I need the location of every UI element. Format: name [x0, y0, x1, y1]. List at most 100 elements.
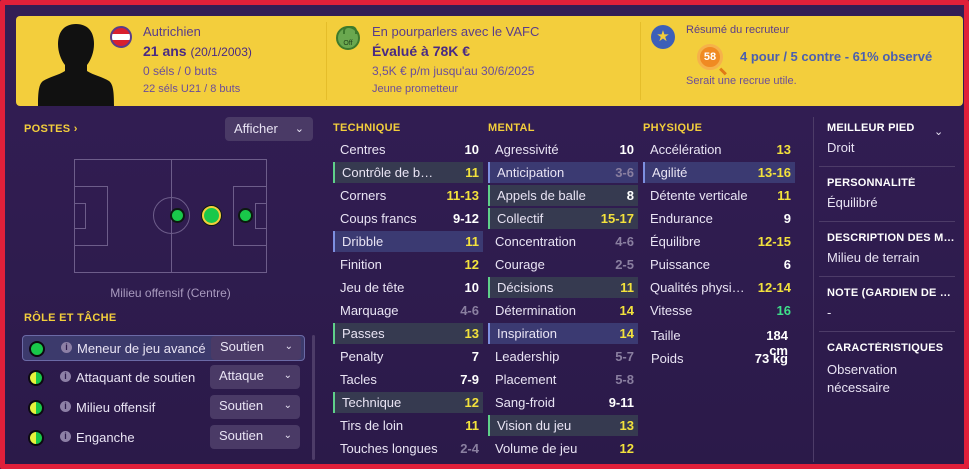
attribute-row[interactable]: Courage 2-5	[488, 254, 638, 275]
attribute-row[interactable]: Volume de jeu 12	[488, 438, 638, 459]
role-suitability-icon	[28, 400, 44, 416]
chevron-down-icon: ⌄	[294, 123, 304, 135]
roles-scrollbar[interactable]	[312, 335, 315, 460]
position-dot-st[interactable]	[238, 208, 253, 223]
recruiter-note: Serait une recrue utile.	[686, 75, 797, 87]
attribute-name: Contrôle de balle	[342, 165, 440, 180]
role-row[interactable]: i Milieu offensif Soutien ⌄	[22, 395, 305, 421]
attribute-row[interactable]: Inspiration 14	[488, 323, 638, 344]
attribute-name: Tacles	[340, 372, 377, 387]
attribute-value: 5-8	[615, 372, 634, 387]
attribute-row[interactable]: Agilité 13-16	[643, 162, 795, 183]
duty-dropdown[interactable]: Soutien ⌄	[211, 336, 301, 360]
recruiter-score-badge: 58	[697, 44, 723, 70]
transfer-status[interactable]: En pourparlers avec le VAFC	[372, 24, 539, 39]
nationality: Autrichien	[143, 24, 201, 39]
attribute-row[interactable]: Vision du jeu 13	[488, 415, 638, 436]
attribute-name: Détermination	[495, 303, 576, 318]
attribute-row[interactable]: Corners 11-13	[333, 185, 483, 206]
attribute-name: Anticipation	[497, 165, 565, 180]
info-icon[interactable]: i	[60, 431, 71, 442]
weight-label: Poids	[651, 351, 684, 366]
attribute-name: Qualités physiques	[650, 280, 750, 295]
attribute-name: Centres	[340, 142, 386, 157]
position-dot-cm[interactable]	[170, 208, 185, 223]
role-name: Attaquant de soutien	[76, 370, 196, 385]
info-divider	[819, 221, 955, 222]
attribute-value: 7	[471, 349, 479, 364]
star-icon: ★	[651, 25, 675, 49]
duty-dropdown[interactable]: Soutien ⌄	[210, 425, 300, 449]
show-dropdown-label: Afficher	[234, 121, 278, 136]
chevron-down-icon: ⌄	[283, 370, 292, 381]
attribute-row[interactable]: Touches longues 2-4	[333, 438, 483, 459]
attribute-row[interactable]: Tacles 7-9	[333, 369, 483, 390]
attribute-value: 11	[465, 165, 479, 180]
attribute-row[interactable]: Finition 12	[333, 254, 483, 275]
attribute-row[interactable]: Passes 13	[333, 323, 483, 344]
show-dropdown[interactable]: Afficher ⌄	[225, 117, 313, 141]
attribute-row[interactable]: Marquage 4-6	[333, 300, 483, 321]
info-divider	[819, 166, 955, 167]
info-icon[interactable]: i	[61, 342, 72, 353]
physique-title: PHYSIQUE	[643, 122, 703, 134]
attribute-row[interactable]: Sang-froid 9-11	[488, 392, 638, 413]
attribute-row[interactable]: Puissance 6	[643, 254, 795, 275]
attribute-name: Dribble	[342, 234, 384, 249]
attribute-row[interactable]: Anticipation 3-6	[488, 162, 638, 183]
header-divider	[326, 22, 327, 100]
attribute-row[interactable]: Qualités physiques 12-14	[643, 277, 795, 298]
attribute-row[interactable]: Détente verticale 11	[643, 185, 795, 206]
positions-title[interactable]: POSTES ›	[24, 123, 78, 135]
attribute-row[interactable]: Détermination 14	[488, 300, 638, 321]
attribute-value: 13	[776, 142, 791, 157]
attribute-value: 6	[783, 257, 791, 272]
role-suitability-icon	[29, 341, 45, 357]
attribute-name: Agilité	[652, 165, 688, 180]
attribute-name: Placement	[495, 372, 557, 387]
recruiter-summary-title[interactable]: Résumé du recruteur	[686, 24, 789, 36]
attribute-row[interactable]: Agressivité 10	[488, 139, 638, 160]
austria-flag-icon	[110, 26, 132, 48]
attribute-row[interactable]: Décisions 11	[488, 277, 638, 298]
chevron-down-icon: ⌄	[283, 430, 292, 441]
attribute-name: Finition	[340, 257, 382, 272]
position-dot-amc[interactable]	[202, 206, 221, 225]
attribute-row[interactable]: Accélération 13	[643, 139, 795, 160]
duty-dropdown[interactable]: Attaque ⌄	[210, 365, 300, 389]
player-potential: Jeune prometteur	[372, 83, 459, 95]
attribute-row[interactable]: Appels de balle 8	[488, 185, 638, 206]
chevron-down-icon: ⌄	[283, 400, 292, 411]
international-caps: 0 séls / 0 buts	[143, 64, 218, 78]
attribute-row[interactable]: Vitesse 16	[643, 300, 795, 321]
role-row[interactable]: i Enganche Soutien ⌄	[22, 425, 305, 451]
role-row[interactable]: i Meneur de jeu avancé Soutien ⌄	[22, 335, 305, 361]
offer-status-icon[interactable]: Off	[336, 26, 360, 50]
attribute-row[interactable]: Placement 5-8	[488, 369, 638, 390]
attribute-name: Passes	[342, 326, 385, 341]
attribute-name: Endurance	[650, 211, 713, 226]
info-icon[interactable]: i	[60, 401, 71, 412]
attribute-row[interactable]: Équilibre 12-15	[643, 231, 795, 252]
attribute-row[interactable]: Penalty 7	[333, 346, 483, 367]
attribute-row[interactable]: Concentration 4-6	[488, 231, 638, 252]
attribute-row[interactable]: Collectif 15-17	[488, 208, 638, 229]
chevron-down-icon[interactable]: ⌄	[934, 125, 943, 138]
attribute-row[interactable]: Leadership 5-7	[488, 346, 638, 367]
attribute-value: 11-13	[446, 188, 479, 203]
attribute-row[interactable]: Centres 10	[333, 139, 483, 160]
attribute-name: Penalty	[340, 349, 384, 364]
duty-label: Soutien	[219, 398, 264, 413]
duty-dropdown[interactable]: Soutien ⌄	[210, 395, 300, 419]
role-row[interactable]: i Attaquant de soutien Attaque ⌄	[22, 365, 305, 391]
attribute-row[interactable]: Tirs de loin 11	[333, 415, 483, 436]
attribute-name: Accélération	[650, 142, 722, 157]
attribute-row[interactable]: Dribble 11	[333, 231, 483, 252]
attribute-row[interactable]: Endurance 9	[643, 208, 795, 229]
attribute-name: Coups francs	[340, 211, 417, 226]
attribute-row[interactable]: Contrôle de balle 11	[333, 162, 483, 183]
info-icon[interactable]: i	[60, 371, 71, 382]
attribute-row[interactable]: Technique 12	[333, 392, 483, 413]
attribute-row[interactable]: Coups francs 9-12	[333, 208, 483, 229]
attribute-row[interactable]: Jeu de tête 10	[333, 277, 483, 298]
